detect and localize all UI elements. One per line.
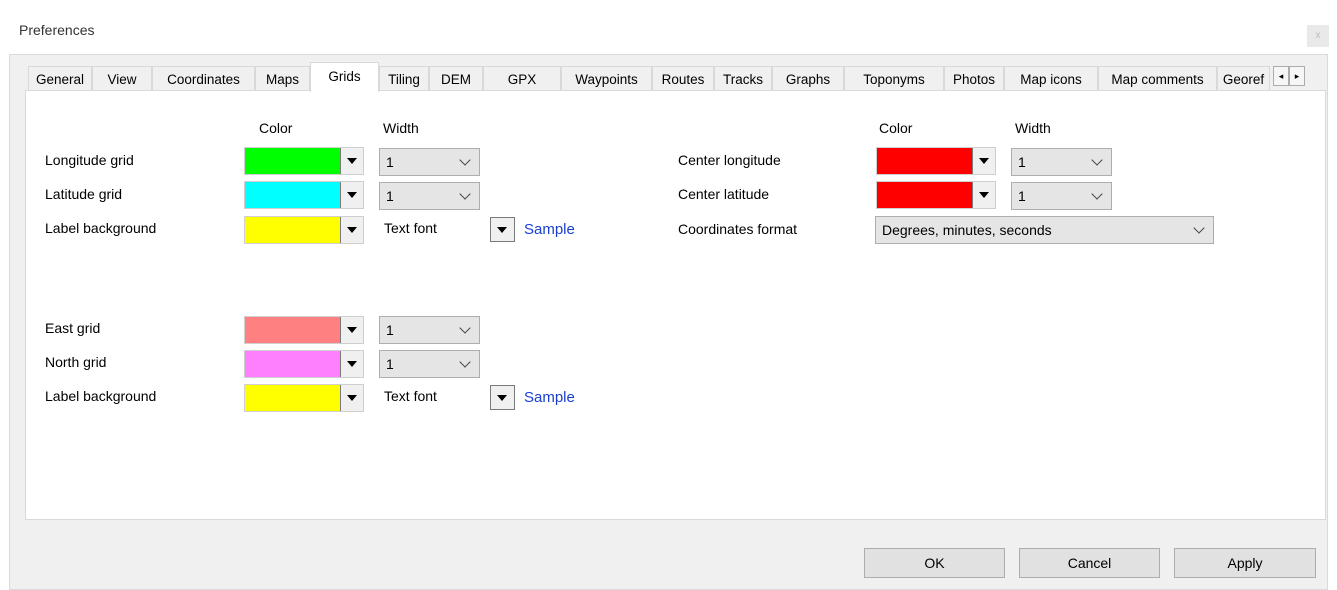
- center-latitude-width-select[interactable]: 1: [1011, 182, 1112, 210]
- chevron-down-icon: [1091, 188, 1103, 200]
- dropdown-arrow-icon: [497, 227, 507, 233]
- color-swatch: [245, 351, 340, 377]
- north-grid-width-select[interactable]: 1: [379, 350, 480, 378]
- coordinates-format-label: Coordinates format: [678, 221, 798, 237]
- coordinates-format-value: Degrees, minutes, seconds: [882, 222, 1052, 238]
- tab-photos[interactable]: Photos: [944, 66, 1004, 91]
- color-swatch: [245, 182, 340, 208]
- tab-map-comments[interactable]: Map comments: [1098, 66, 1217, 91]
- close-icon[interactable]: x: [1307, 25, 1329, 47]
- color-swatch: [245, 317, 340, 343]
- dropdown-arrow-icon[interactable]: [340, 351, 363, 377]
- tab-strip: General View Coordinates Maps Grids Tili…: [18, 62, 1318, 92]
- ok-button[interactable]: OK: [864, 548, 1005, 578]
- utm-label-background-label: Label background: [45, 388, 157, 404]
- title-bar: Preferences x: [0, 0, 1337, 60]
- center-longitude-width-select[interactable]: 1: [1011, 148, 1112, 176]
- tab-gpx[interactable]: GPX: [483, 66, 561, 91]
- color-swatch: [245, 148, 340, 174]
- east-grid-width-select[interactable]: 1: [379, 316, 480, 344]
- tab-map-icons[interactable]: Map icons: [1004, 66, 1098, 91]
- east-grid-color-picker[interactable]: [244, 316, 364, 344]
- geo-width-header: Width: [383, 120, 419, 136]
- tab-georef[interactable]: Georef: [1217, 66, 1270, 91]
- cancel-button[interactable]: Cancel: [1019, 548, 1160, 578]
- tab-dem[interactable]: DEM: [429, 66, 483, 91]
- chevron-down-icon: [1091, 154, 1103, 166]
- chevron-down-icon: [459, 154, 471, 166]
- utm-text-font-label: Text font: [384, 388, 437, 404]
- east-grid-label: East grid: [45, 320, 101, 336]
- utm-label-background-color-picker[interactable]: [244, 384, 364, 412]
- chevron-down-icon: [459, 356, 471, 368]
- tab-coordinates[interactable]: Coordinates: [152, 66, 255, 91]
- dropdown-arrow-icon[interactable]: [972, 182, 995, 208]
- tab-scroll-left-icon[interactable]: ◂: [1273, 66, 1289, 86]
- width-value: 1: [386, 356, 394, 372]
- utm-font-sample: Sample: [524, 389, 575, 406]
- tab-routes[interactable]: Routes: [652, 66, 714, 91]
- color-swatch: [245, 217, 340, 243]
- longitude-grid-width-select[interactable]: 1: [379, 148, 480, 176]
- tab-waypoints[interactable]: Waypoints: [561, 66, 652, 91]
- geo-label-background-color-picker[interactable]: [244, 216, 364, 244]
- tab-tracks[interactable]: Tracks: [714, 66, 772, 91]
- chevron-down-icon: [459, 322, 471, 334]
- width-value: 1: [1018, 188, 1026, 204]
- latitude-grid-label: Latitude grid: [45, 186, 123, 202]
- geo-font-sample: Sample: [524, 221, 575, 238]
- dropdown-arrow-icon[interactable]: [972, 148, 995, 174]
- color-swatch: [877, 182, 972, 208]
- apply-button[interactable]: Apply: [1174, 548, 1316, 578]
- utm-text-font-button[interactable]: [490, 385, 515, 410]
- north-grid-color-picker[interactable]: [244, 350, 364, 378]
- dropdown-arrow-icon[interactable]: [340, 182, 363, 208]
- dropdown-arrow-icon: [497, 395, 507, 401]
- chevron-down-icon: [459, 188, 471, 200]
- color-swatch: [877, 148, 972, 174]
- center-longitude-label: Center longitude: [678, 152, 781, 168]
- geo-label-background-label: Label background: [45, 220, 157, 236]
- tab-toponyms[interactable]: Toponyms: [844, 66, 944, 91]
- center-longitude-color-picker[interactable]: [876, 147, 996, 175]
- north-grid-label: North grid: [45, 354, 107, 370]
- grids-tab-panel: [25, 90, 1326, 520]
- center-width-header: Width: [1015, 120, 1051, 136]
- center-latitude-color-picker[interactable]: [876, 181, 996, 209]
- dropdown-arrow-icon[interactable]: [340, 148, 363, 174]
- width-value: 1: [386, 188, 394, 204]
- center-color-header: Color: [879, 120, 913, 136]
- tab-general[interactable]: General: [28, 66, 92, 91]
- latitude-grid-width-select[interactable]: 1: [379, 182, 480, 210]
- dropdown-arrow-icon[interactable]: [340, 217, 363, 243]
- tab-graphs[interactable]: Graphs: [772, 66, 844, 91]
- dropdown-arrow-icon[interactable]: [340, 385, 363, 411]
- coordinates-format-select[interactable]: Degrees, minutes, seconds: [875, 216, 1214, 244]
- color-swatch: [245, 385, 340, 411]
- tab-maps[interactable]: Maps: [255, 66, 310, 91]
- width-value: 1: [1018, 154, 1026, 170]
- center-latitude-label: Center latitude: [678, 186, 770, 202]
- latitude-grid-color-picker[interactable]: [244, 181, 364, 209]
- geo-text-font-label: Text font: [384, 220, 437, 236]
- geo-text-font-button[interactable]: [490, 217, 515, 242]
- window-title: Preferences: [19, 22, 95, 38]
- chevron-down-icon: [1193, 222, 1205, 234]
- dropdown-arrow-icon[interactable]: [340, 317, 363, 343]
- width-value: 1: [386, 154, 394, 170]
- tab-tiling[interactable]: Tiling: [379, 66, 429, 91]
- width-value: 1: [386, 322, 394, 338]
- longitude-grid-label: Longitude grid: [45, 152, 134, 168]
- tab-view[interactable]: View: [92, 66, 152, 91]
- geo-color-header: Color: [259, 120, 293, 136]
- tab-grids[interactable]: Grids: [310, 62, 379, 92]
- longitude-grid-color-picker[interactable]: [244, 147, 364, 175]
- tab-scroll-right-icon[interactable]: ▸: [1289, 66, 1305, 86]
